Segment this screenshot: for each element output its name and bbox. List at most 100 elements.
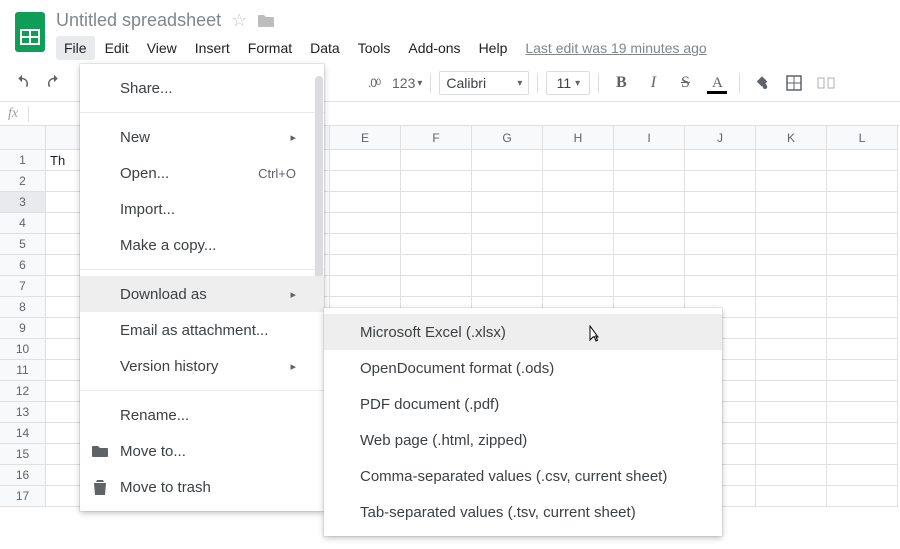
cell[interactable] bbox=[827, 402, 898, 423]
cell[interactable] bbox=[401, 213, 472, 234]
row-head[interactable]: 7 bbox=[0, 276, 46, 297]
cell[interactable] bbox=[827, 381, 898, 402]
cell[interactable] bbox=[827, 465, 898, 486]
col-head-j[interactable]: J bbox=[685, 126, 756, 150]
col-head-i[interactable]: I bbox=[614, 126, 685, 150]
cell[interactable] bbox=[685, 150, 756, 171]
cell[interactable] bbox=[472, 234, 543, 255]
cell[interactable] bbox=[543, 150, 614, 171]
select-all-corner[interactable] bbox=[0, 126, 46, 150]
row-head[interactable]: 8 bbox=[0, 297, 46, 318]
decrease-decimal-button[interactable]: .00 bbox=[360, 70, 388, 96]
menu-addons[interactable]: Add-ons bbox=[400, 36, 468, 60]
cell[interactable] bbox=[685, 213, 756, 234]
cell[interactable] bbox=[543, 234, 614, 255]
row-head[interactable]: 17 bbox=[0, 486, 46, 507]
cell[interactable] bbox=[756, 297, 827, 318]
cell[interactable] bbox=[756, 234, 827, 255]
cell[interactable] bbox=[756, 381, 827, 402]
cell[interactable] bbox=[614, 255, 685, 276]
cell[interactable] bbox=[756, 444, 827, 465]
cell[interactable] bbox=[827, 171, 898, 192]
menu-new[interactable]: New▸ bbox=[80, 119, 324, 155]
menu-version-history[interactable]: Version history▸ bbox=[80, 348, 324, 384]
cell[interactable] bbox=[827, 192, 898, 213]
cell[interactable] bbox=[827, 297, 898, 318]
cell[interactable] bbox=[543, 255, 614, 276]
submenu-tsv[interactable]: Tab-separated values (.tsv, current shee… bbox=[324, 494, 722, 530]
col-head-e[interactable]: E bbox=[330, 126, 401, 150]
row-head[interactable]: 2 bbox=[0, 171, 46, 192]
cell[interactable] bbox=[685, 171, 756, 192]
cell[interactable] bbox=[401, 234, 472, 255]
cell[interactable] bbox=[472, 150, 543, 171]
cell[interactable] bbox=[756, 255, 827, 276]
cell[interactable] bbox=[827, 360, 898, 381]
cell[interactable] bbox=[827, 423, 898, 444]
row-head[interactable]: 10 bbox=[0, 339, 46, 360]
cell[interactable] bbox=[543, 213, 614, 234]
cell[interactable] bbox=[472, 213, 543, 234]
cell[interactable] bbox=[756, 339, 827, 360]
folder-icon[interactable] bbox=[257, 12, 275, 28]
col-head-h[interactable]: H bbox=[543, 126, 614, 150]
cell[interactable] bbox=[614, 276, 685, 297]
cell[interactable] bbox=[614, 150, 685, 171]
borders-button[interactable] bbox=[780, 70, 808, 96]
row-head[interactable]: 12 bbox=[0, 381, 46, 402]
row-head[interactable]: 11 bbox=[0, 360, 46, 381]
col-head-g[interactable]: G bbox=[472, 126, 543, 150]
menu-edit[interactable]: Edit bbox=[97, 36, 137, 60]
app-icon[interactable] bbox=[10, 6, 50, 58]
cell[interactable] bbox=[827, 255, 898, 276]
submenu-xlsx[interactable]: Microsoft Excel (.xlsx) bbox=[324, 314, 722, 350]
menu-make-copy[interactable]: Make a copy... bbox=[80, 227, 324, 263]
merge-cells-button[interactable] bbox=[812, 70, 840, 96]
menu-rename[interactable]: Rename... bbox=[80, 397, 324, 433]
doc-title[interactable]: Untitled spreadsheet bbox=[56, 10, 221, 31]
cell[interactable] bbox=[827, 213, 898, 234]
col-head-f[interactable]: F bbox=[401, 126, 472, 150]
italic-button[interactable]: I bbox=[639, 70, 667, 96]
row-head[interactable]: 16 bbox=[0, 465, 46, 486]
menu-import[interactable]: Import... bbox=[80, 191, 324, 227]
cell[interactable] bbox=[472, 192, 543, 213]
cell[interactable] bbox=[330, 192, 401, 213]
cell[interactable] bbox=[401, 171, 472, 192]
cell[interactable] bbox=[827, 276, 898, 297]
cell[interactable] bbox=[472, 276, 543, 297]
font-family-select[interactable]: Calibri ▾ bbox=[439, 71, 529, 95]
cell[interactable] bbox=[756, 465, 827, 486]
row-head[interactable]: 14 bbox=[0, 423, 46, 444]
cell[interactable] bbox=[756, 423, 827, 444]
cell[interactable] bbox=[330, 213, 401, 234]
cell[interactable] bbox=[827, 234, 898, 255]
col-head-l[interactable]: L bbox=[827, 126, 898, 150]
cell[interactable] bbox=[614, 171, 685, 192]
text-color-button[interactable]: A bbox=[703, 70, 731, 96]
undo-button[interactable] bbox=[8, 70, 36, 96]
cell[interactable] bbox=[472, 171, 543, 192]
cell[interactable] bbox=[543, 276, 614, 297]
menu-help[interactable]: Help bbox=[471, 36, 516, 60]
cell[interactable] bbox=[401, 255, 472, 276]
row-head[interactable]: 1 bbox=[0, 150, 46, 171]
row-head[interactable]: 9 bbox=[0, 318, 46, 339]
cell[interactable] bbox=[543, 192, 614, 213]
cell[interactable] bbox=[330, 150, 401, 171]
menu-share[interactable]: Share... bbox=[80, 70, 324, 106]
cell[interactable] bbox=[756, 402, 827, 423]
bold-button[interactable]: B bbox=[607, 70, 635, 96]
cell[interactable] bbox=[614, 213, 685, 234]
font-size-select[interactable]: 11 ▾ bbox=[546, 71, 590, 95]
menu-data[interactable]: Data bbox=[302, 36, 348, 60]
cell[interactable] bbox=[401, 192, 472, 213]
submenu-html[interactable]: Web page (.html, zipped) bbox=[324, 422, 722, 458]
menu-format[interactable]: Format bbox=[240, 36, 300, 60]
submenu-csv[interactable]: Comma-separated values (.csv, current sh… bbox=[324, 458, 722, 494]
menu-open[interactable]: Open...Ctrl+O bbox=[80, 155, 324, 191]
cell[interactable] bbox=[756, 360, 827, 381]
cell[interactable] bbox=[685, 192, 756, 213]
cell[interactable] bbox=[756, 213, 827, 234]
col-head-k[interactable]: K bbox=[756, 126, 827, 150]
